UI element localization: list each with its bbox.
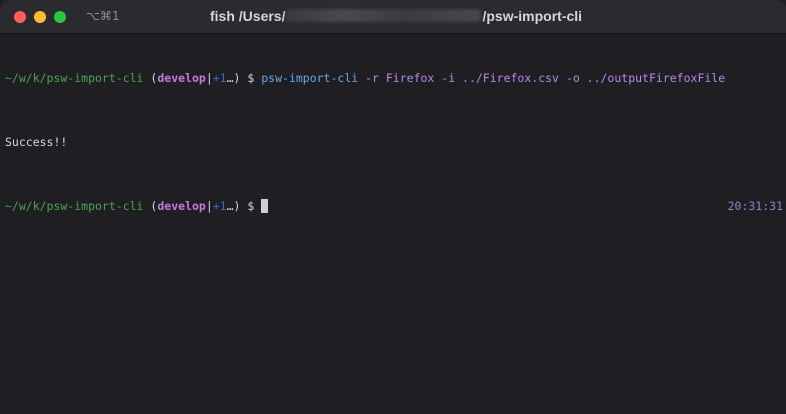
- terminal-line-command: ~/w/k/psw-import-cli (develop|+1…) $ psw…: [5, 70, 783, 86]
- prompt-dirty-count: +1: [212, 199, 227, 213]
- command-output: Success!!: [5, 135, 68, 149]
- prompt-symbol: $: [240, 199, 262, 213]
- prompt-separator: |: [205, 199, 213, 213]
- prompt-open-paren: (: [143, 199, 158, 213]
- terminal-line-output: Success!!: [5, 134, 783, 150]
- prompt-separator: |: [205, 71, 213, 85]
- terminal-content[interactable]: ~/w/k/psw-import-cli (develop|+1…) $ psw…: [5, 38, 783, 246]
- prompt-branch: develop: [157, 71, 206, 85]
- prompt-dirty-count: +1: [212, 71, 227, 85]
- prompt-symbol: $: [240, 71, 262, 85]
- redacted-path: [286, 9, 482, 22]
- window-title: fish /Users/ /psw-import-cli: [210, 8, 582, 24]
- prompt-close-paren: …): [226, 71, 241, 85]
- prompt-open-paren: (: [143, 71, 158, 85]
- text-cursor[interactable]: [261, 199, 269, 213]
- window-shortcut-label: ⌥⌘1: [86, 9, 120, 23]
- prompt-path: ~/w/k/psw-import-cli: [5, 71, 144, 85]
- title-prefix: fish /Users/: [210, 8, 286, 24]
- zoom-button[interactable]: [54, 11, 66, 23]
- close-button[interactable]: [14, 11, 26, 23]
- command-args: -r Firefox -i ../Firefox.csv -o ../outpu…: [358, 71, 726, 85]
- title-bar[interactable]: ⌥⌘1 fish /Users/ /psw-import-cli: [0, 0, 786, 34]
- terminal-line-prompt: ~/w/k/psw-import-cli (develop|+1…) $ 20:…: [5, 198, 783, 214]
- command-name: psw-import-cli: [261, 71, 359, 85]
- prompt-path: ~/w/k/psw-import-cli: [5, 199, 144, 213]
- minimize-button[interactable]: [34, 11, 46, 23]
- prompt-close-paren: …): [226, 199, 241, 213]
- prompt-branch: develop: [157, 199, 206, 213]
- right-prompt-time: 20:31:31: [727, 199, 783, 213]
- terminal-window: ⌥⌘1 fish /Users/ /psw-import-cli ~/w/k/ps…: [0, 0, 786, 414]
- title-suffix: /psw-import-cli: [482, 8, 583, 24]
